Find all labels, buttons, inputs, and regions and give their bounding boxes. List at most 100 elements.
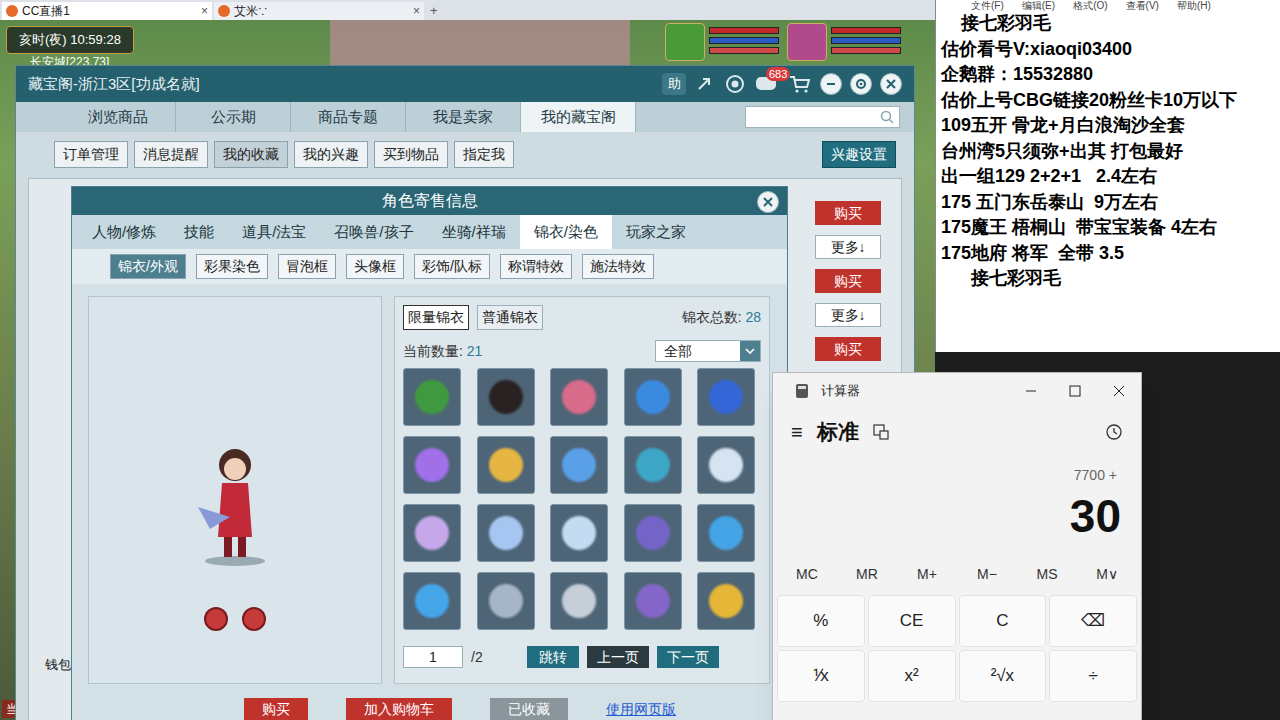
memory-button[interactable]: M+	[897, 558, 957, 591]
detail-tab[interactable]: 召唤兽/孩子	[320, 215, 427, 249]
tab-close[interactable]: ×	[413, 2, 420, 20]
detail-close-button[interactable]	[757, 191, 779, 213]
outfit-item[interactable]	[550, 504, 608, 562]
nav-menu-button[interactable]: ≡	[791, 417, 803, 447]
cbg-subtab[interactable]: 买到物品	[374, 141, 448, 168]
buy-button[interactable]: 购买	[815, 269, 881, 293]
close-button[interactable]	[880, 73, 902, 95]
keep-on-top-icon[interactable]	[873, 424, 889, 440]
outfit-item[interactable]	[403, 572, 461, 630]
favorited-button[interactable]: 已收藏	[490, 698, 568, 720]
pose-button-icon[interactable]	[242, 607, 266, 631]
outfit-item[interactable]	[624, 572, 682, 630]
tab-close[interactable]: ×	[201, 2, 208, 20]
help-button[interactable]: 助	[662, 73, 686, 95]
calculator-key[interactable]: C	[959, 595, 1047, 647]
browser-tab[interactable]: CC直播1×	[2, 2, 212, 20]
memory-button[interactable]: MR	[837, 558, 897, 591]
detail-tab[interactable]: 玩家之家	[612, 215, 700, 249]
calculator-key[interactable]: %	[777, 595, 865, 647]
avatar-icon[interactable]	[665, 23, 705, 61]
settings-button[interactable]	[850, 73, 872, 95]
outfit-item[interactable]	[477, 504, 535, 562]
detail-tab[interactable]: 道具/法宝	[228, 215, 320, 249]
buy-button[interactable]: 加入购物车	[346, 698, 452, 720]
minimize-button[interactable]	[820, 73, 842, 95]
memory-button[interactable]: MC	[777, 558, 837, 591]
cbg-tab[interactable]: 我的藏宝阁	[521, 102, 636, 132]
detail-subtab[interactable]: 彩饰/队标	[414, 254, 490, 279]
detail-tab[interactable]: 锦衣/染色	[520, 215, 612, 249]
detail-subtab[interactable]: 称谓特效	[500, 254, 572, 279]
outfit-item[interactable]	[697, 572, 755, 630]
outfit-item[interactable]	[697, 368, 755, 426]
next-page-button[interactable]: 下一页	[657, 646, 719, 668]
outfit-item[interactable]	[477, 572, 535, 630]
notepad-text[interactable]: 接七彩羽毛估价看号V:xiaoqi03400企鹅群：15532880估价上号CB…	[941, 11, 1275, 292]
browser-tab[interactable]: 艾米∵×	[214, 2, 424, 20]
outfit-type-tab[interactable]: 普通锦衣	[477, 305, 543, 330]
cbg-subtab[interactable]: 订单管理	[54, 141, 128, 168]
outfit-item[interactable]	[697, 504, 755, 562]
more-button[interactable]: 更多↓	[815, 303, 881, 327]
more-button[interactable]: 更多↓	[815, 235, 881, 259]
rotate-button-icon[interactable]	[204, 607, 228, 631]
cbg-tab[interactable]: 浏览商品	[61, 102, 176, 132]
outfit-item[interactable]	[624, 436, 682, 494]
outfit-item[interactable]	[550, 572, 608, 630]
cbg-subtab[interactable]: 我的兴趣	[294, 141, 368, 168]
close-icon[interactable]	[1113, 385, 1125, 397]
outfit-item[interactable]	[477, 436, 535, 494]
outfit-type-tab[interactable]: 限量锦衣	[403, 305, 469, 330]
memory-button[interactable]: M−	[957, 558, 1017, 591]
search-field[interactable]	[745, 106, 900, 128]
cbg-tab[interactable]: 公示期	[176, 102, 291, 132]
outfit-item[interactable]	[624, 504, 682, 562]
calculator-key[interactable]: ⌫	[1049, 595, 1137, 647]
minimize-icon[interactable]	[1025, 385, 1037, 397]
memory-button[interactable]: MS	[1017, 558, 1077, 591]
maximize-icon[interactable]	[1069, 385, 1081, 397]
jump-button[interactable]: 跳转	[527, 646, 579, 668]
detail-tab[interactable]: 技能	[170, 215, 228, 249]
detail-tab[interactable]: 坐骑/祥瑞	[428, 215, 520, 249]
page-input[interactable]: 1	[403, 646, 463, 668]
filter-dropdown[interactable]: 全部	[655, 340, 761, 362]
cbg-subtab[interactable]: 指定我	[454, 141, 514, 168]
outfit-item[interactable]	[403, 368, 461, 426]
calculator-key[interactable]: x²	[868, 650, 956, 702]
cbg-subtab[interactable]: 我的收藏	[214, 141, 288, 168]
history-icon[interactable]	[1105, 423, 1123, 441]
record-icon[interactable]	[724, 73, 746, 95]
menu-item[interactable]: 帮助(H)	[1177, 0, 1211, 11]
avatar-icon[interactable]	[787, 23, 827, 61]
detail-subtab[interactable]: 彩果染色	[196, 254, 268, 279]
interest-settings-button[interactable]: 兴趣设置	[822, 141, 896, 168]
cart-icon[interactable]	[788, 73, 812, 95]
menu-item[interactable]: 格式(O)	[1073, 0, 1107, 11]
calculator-key[interactable]: ²√x	[959, 650, 1047, 702]
web-version-link[interactable]: 使用网页版	[606, 699, 676, 720]
outfit-item[interactable]	[550, 436, 608, 494]
calculator-key[interactable]: CE	[868, 595, 956, 647]
share-icon[interactable]	[694, 73, 716, 95]
new-tab-button[interactable]: +	[426, 2, 442, 20]
buy-button[interactable]: 购买	[815, 201, 881, 225]
buy-button[interactable]: 购买	[815, 337, 881, 361]
detail-subtab[interactable]: 头像框	[346, 254, 404, 279]
outfit-item[interactable]	[697, 436, 755, 494]
outfit-item[interactable]	[403, 504, 461, 562]
detail-subtab[interactable]: 冒泡框	[278, 254, 336, 279]
detail-tab[interactable]: 人物/修炼	[78, 215, 170, 249]
menu-item[interactable]: 查看(V)	[1126, 0, 1159, 11]
outfit-item[interactable]	[624, 368, 682, 426]
memory-button[interactable]: M∨	[1077, 558, 1137, 591]
cbg-subtab[interactable]: 消息提醒	[134, 141, 208, 168]
detail-subtab[interactable]: 锦衣/外观	[110, 254, 186, 279]
outfit-item[interactable]	[550, 368, 608, 426]
menu-item[interactable]: 编辑(E)	[1022, 0, 1055, 11]
buy-button[interactable]: 购买	[244, 698, 308, 720]
calculator-key[interactable]: ⅟x	[777, 650, 865, 702]
outfit-item[interactable]	[403, 436, 461, 494]
menu-item[interactable]: 文件(F)	[971, 0, 1004, 11]
